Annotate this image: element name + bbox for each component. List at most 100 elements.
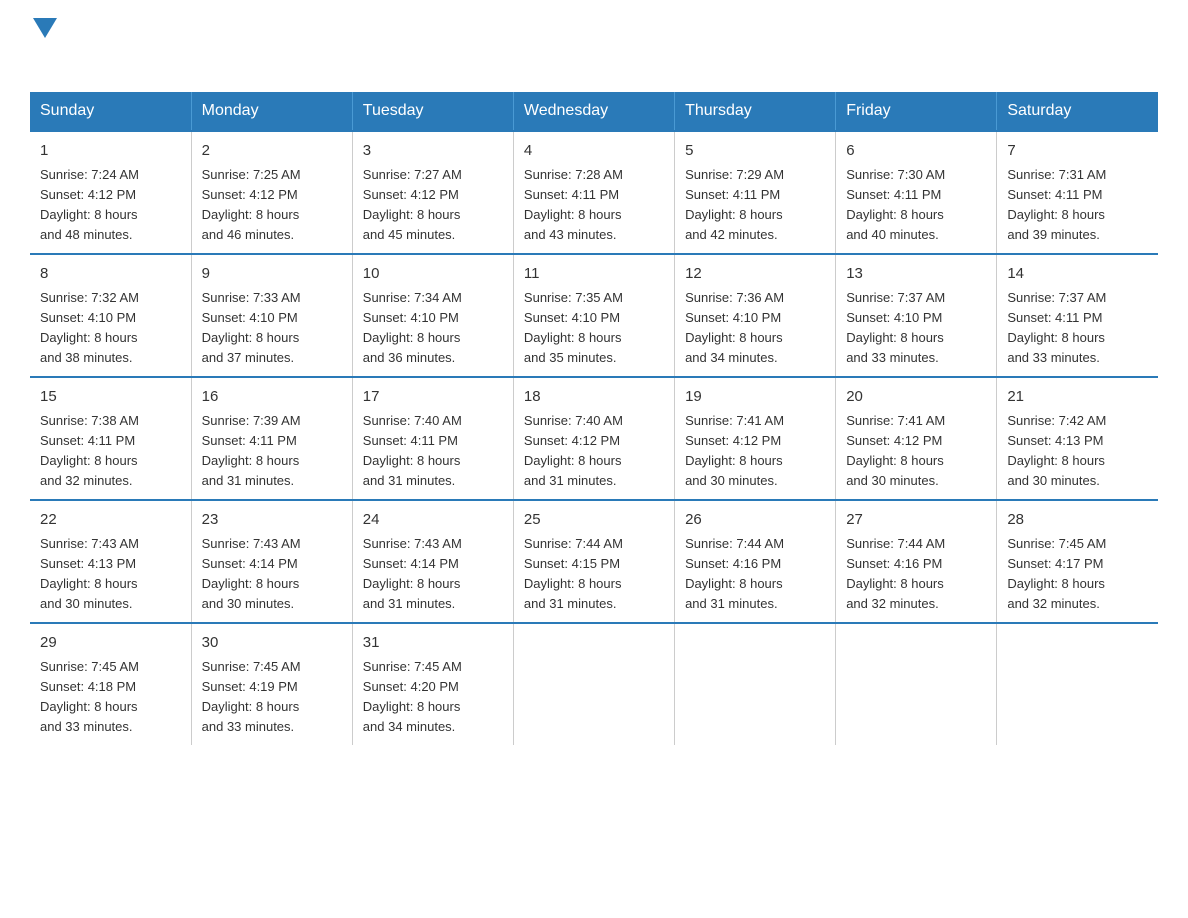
day-info: Sunrise: 7:28 AMSunset: 4:11 PMDaylight:… [524,165,664,246]
calendar-cell: 1Sunrise: 7:24 AMSunset: 4:12 PMDaylight… [30,131,191,254]
day-info: Sunrise: 7:45 AMSunset: 4:18 PMDaylight:… [40,657,181,738]
calendar-cell: 24Sunrise: 7:43 AMSunset: 4:14 PMDayligh… [352,500,513,623]
day-info: Sunrise: 7:44 AMSunset: 4:15 PMDaylight:… [524,534,664,615]
day-info: Sunrise: 7:45 AMSunset: 4:19 PMDaylight:… [202,657,342,738]
day-info: Sunrise: 7:37 AMSunset: 4:11 PMDaylight:… [1007,288,1148,369]
day-number: 19 [685,386,825,409]
calendar-cell: 6Sunrise: 7:30 AMSunset: 4:11 PMDaylight… [836,131,997,254]
day-number: 2 [202,140,342,163]
calendar-cell [836,623,997,745]
calendar-week-row: 22Sunrise: 7:43 AMSunset: 4:13 PMDayligh… [30,500,1158,623]
calendar-cell: 15Sunrise: 7:38 AMSunset: 4:11 PMDayligh… [30,377,191,500]
calendar-cell: 28Sunrise: 7:45 AMSunset: 4:17 PMDayligh… [997,500,1158,623]
day-number: 23 [202,509,342,532]
day-number: 27 [846,509,986,532]
day-info: Sunrise: 7:33 AMSunset: 4:10 PMDaylight:… [202,288,342,369]
day-info: Sunrise: 7:24 AMSunset: 4:12 PMDaylight:… [40,165,181,246]
calendar-cell: 9Sunrise: 7:33 AMSunset: 4:10 PMDaylight… [191,254,352,377]
day-number: 28 [1007,509,1148,532]
day-info: Sunrise: 7:37 AMSunset: 4:10 PMDaylight:… [846,288,986,369]
day-info: Sunrise: 7:34 AMSunset: 4:10 PMDaylight:… [363,288,503,369]
day-info: Sunrise: 7:43 AMSunset: 4:13 PMDaylight:… [40,534,181,615]
day-info: Sunrise: 7:41 AMSunset: 4:12 PMDaylight:… [685,411,825,492]
day-number: 11 [524,263,664,286]
calendar-cell: 13Sunrise: 7:37 AMSunset: 4:10 PMDayligh… [836,254,997,377]
calendar-cell: 5Sunrise: 7:29 AMSunset: 4:11 PMDaylight… [675,131,836,254]
calendar-cell: 21Sunrise: 7:42 AMSunset: 4:13 PMDayligh… [997,377,1158,500]
day-info: Sunrise: 7:29 AMSunset: 4:11 PMDaylight:… [685,165,825,246]
column-header-tuesday: Tuesday [352,92,513,131]
day-number: 26 [685,509,825,532]
calendar-cell: 8Sunrise: 7:32 AMSunset: 4:10 PMDaylight… [30,254,191,377]
day-number: 30 [202,632,342,655]
day-info: Sunrise: 7:32 AMSunset: 4:10 PMDaylight:… [40,288,181,369]
day-number: 9 [202,263,342,286]
calendar-cell [997,623,1158,745]
day-info: Sunrise: 7:35 AMSunset: 4:10 PMDaylight:… [524,288,664,369]
column-header-sunday: Sunday [30,92,191,131]
day-info: Sunrise: 7:42 AMSunset: 4:13 PMDaylight:… [1007,411,1148,492]
calendar-cell: 7Sunrise: 7:31 AMSunset: 4:11 PMDaylight… [997,131,1158,254]
day-number: 14 [1007,263,1148,286]
day-number: 29 [40,632,181,655]
calendar-week-row: 15Sunrise: 7:38 AMSunset: 4:11 PMDayligh… [30,377,1158,500]
column-header-wednesday: Wednesday [513,92,674,131]
day-number: 18 [524,386,664,409]
column-header-monday: Monday [191,92,352,131]
calendar-cell: 2Sunrise: 7:25 AMSunset: 4:12 PMDaylight… [191,131,352,254]
day-info: Sunrise: 7:43 AMSunset: 4:14 PMDaylight:… [363,534,503,615]
calendar-cell: 26Sunrise: 7:44 AMSunset: 4:16 PMDayligh… [675,500,836,623]
day-info: Sunrise: 7:40 AMSunset: 4:11 PMDaylight:… [363,411,503,492]
day-number: 3 [363,140,503,163]
day-info: Sunrise: 7:40 AMSunset: 4:12 PMDaylight:… [524,411,664,492]
day-number: 10 [363,263,503,286]
calendar-header-row: SundayMondayTuesdayWednesdayThursdayFrid… [30,92,1158,131]
calendar-cell: 11Sunrise: 7:35 AMSunset: 4:10 PMDayligh… [513,254,674,377]
day-number: 31 [363,632,503,655]
day-info: Sunrise: 7:45 AMSunset: 4:17 PMDaylight:… [1007,534,1148,615]
calendar-cell: 14Sunrise: 7:37 AMSunset: 4:11 PMDayligh… [997,254,1158,377]
calendar-week-row: 29Sunrise: 7:45 AMSunset: 4:18 PMDayligh… [30,623,1158,745]
column-header-saturday: Saturday [997,92,1158,131]
column-header-thursday: Thursday [675,92,836,131]
day-info: Sunrise: 7:43 AMSunset: 4:14 PMDaylight:… [202,534,342,615]
calendar-cell: 18Sunrise: 7:40 AMSunset: 4:12 PMDayligh… [513,377,674,500]
calendar-cell: 23Sunrise: 7:43 AMSunset: 4:14 PMDayligh… [191,500,352,623]
day-number: 17 [363,386,503,409]
day-info: Sunrise: 7:31 AMSunset: 4:11 PMDaylight:… [1007,165,1148,246]
calendar-cell: 22Sunrise: 7:43 AMSunset: 4:13 PMDayligh… [30,500,191,623]
day-info: Sunrise: 7:44 AMSunset: 4:16 PMDaylight:… [846,534,986,615]
calendar-cell: 12Sunrise: 7:36 AMSunset: 4:10 PMDayligh… [675,254,836,377]
day-number: 15 [40,386,181,409]
day-number: 21 [1007,386,1148,409]
calendar-cell [513,623,674,745]
calendar-cell: 17Sunrise: 7:40 AMSunset: 4:11 PMDayligh… [352,377,513,500]
day-info: Sunrise: 7:44 AMSunset: 4:16 PMDaylight:… [685,534,825,615]
day-info: Sunrise: 7:30 AMSunset: 4:11 PMDaylight:… [846,165,986,246]
calendar-cell: 29Sunrise: 7:45 AMSunset: 4:18 PMDayligh… [30,623,191,745]
logo-triangle-icon [33,18,57,38]
day-number: 22 [40,509,181,532]
day-number: 4 [524,140,664,163]
day-number: 12 [685,263,825,286]
day-info: Sunrise: 7:36 AMSunset: 4:10 PMDaylight:… [685,288,825,369]
calendar-cell: 16Sunrise: 7:39 AMSunset: 4:11 PMDayligh… [191,377,352,500]
day-info: Sunrise: 7:45 AMSunset: 4:20 PMDaylight:… [363,657,503,738]
calendar-cell [675,623,836,745]
day-info: Sunrise: 7:27 AMSunset: 4:12 PMDaylight:… [363,165,503,246]
day-number: 16 [202,386,342,409]
calendar-cell: 20Sunrise: 7:41 AMSunset: 4:12 PMDayligh… [836,377,997,500]
calendar-week-row: 8Sunrise: 7:32 AMSunset: 4:10 PMDaylight… [30,254,1158,377]
calendar-cell: 3Sunrise: 7:27 AMSunset: 4:12 PMDaylight… [352,131,513,254]
day-number: 1 [40,140,181,163]
calendar-cell: 25Sunrise: 7:44 AMSunset: 4:15 PMDayligh… [513,500,674,623]
day-info: Sunrise: 7:25 AMSunset: 4:12 PMDaylight:… [202,165,342,246]
calendar-cell: 4Sunrise: 7:28 AMSunset: 4:11 PMDaylight… [513,131,674,254]
day-number: 6 [846,140,986,163]
calendar-cell: 31Sunrise: 7:45 AMSunset: 4:20 PMDayligh… [352,623,513,745]
calendar-cell: 27Sunrise: 7:44 AMSunset: 4:16 PMDayligh… [836,500,997,623]
day-number: 7 [1007,140,1148,163]
page-header [30,20,1158,72]
day-number: 8 [40,263,181,286]
day-number: 20 [846,386,986,409]
